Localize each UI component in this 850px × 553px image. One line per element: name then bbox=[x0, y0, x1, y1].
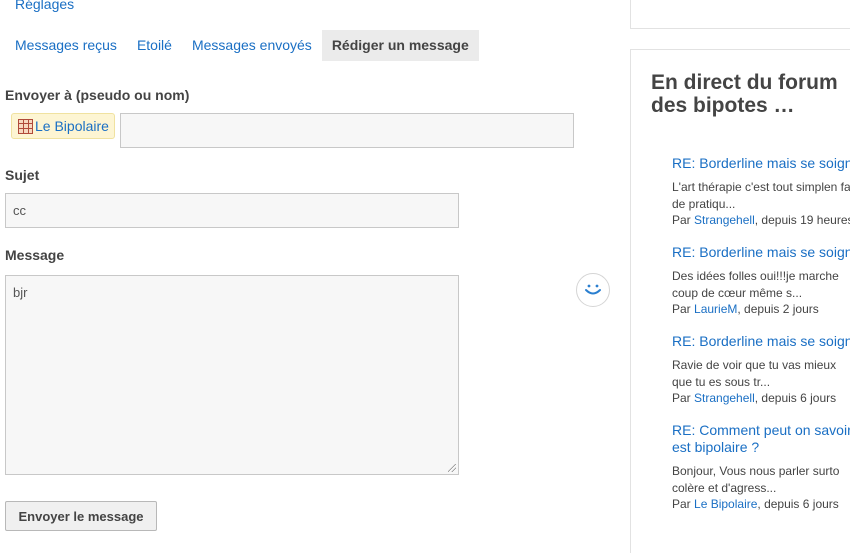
forum-post-item: RE: Borderline mais se soign Des idées f… bbox=[672, 244, 850, 317]
post-author-link[interactable]: Strangehell bbox=[694, 213, 755, 227]
meta-time: , depuis 2 jours bbox=[737, 302, 819, 316]
recipient-chip-label: Le Bipolaire bbox=[35, 118, 109, 134]
smiley-icon bbox=[585, 284, 601, 295]
forum-post-meta: Par Strangehell, depuis 19 heures bbox=[672, 213, 850, 228]
forum-post-meta: Par Strangehell, depuis 6 jours bbox=[672, 391, 850, 406]
post-author-link[interactable]: Le Bipolaire bbox=[694, 497, 757, 511]
forum-post-title[interactable]: RE: Borderline mais se soign bbox=[672, 333, 850, 350]
forum-live-panel: En direct du forum des bipotes … RE: Bor… bbox=[630, 49, 850, 553]
forum-live-title: En direct du forum des bipotes … bbox=[651, 71, 838, 117]
forum-post-meta: Par LaurieM, depuis 2 jours bbox=[672, 302, 850, 317]
tab-starred[interactable]: Etoilé bbox=[127, 30, 182, 61]
resize-handle[interactable] bbox=[448, 464, 456, 472]
forum-post-title[interactable]: RE: Borderline mais se soign bbox=[672, 244, 850, 261]
tab-sent[interactable]: Messages envoyés bbox=[182, 30, 322, 61]
tab-received[interactable]: Messages reçus bbox=[5, 30, 127, 61]
message-text: bjr bbox=[13, 285, 28, 300]
forum-post-title[interactable]: RE: Borderline mais se soign bbox=[672, 155, 850, 172]
forum-post-item: RE: Borderline mais se soign L'art théra… bbox=[672, 155, 850, 228]
meta-by: Par bbox=[672, 391, 691, 405]
send-message-button[interactable]: Envoyer le message bbox=[5, 501, 157, 531]
subject-input[interactable]: cc bbox=[5, 193, 459, 228]
forum-post-item: RE: Comment peut on savoir est bipolaire… bbox=[672, 422, 850, 512]
forum-post-title[interactable]: RE: Comment peut on savoir est bipolaire… bbox=[672, 422, 850, 456]
meta-by: Par bbox=[672, 497, 691, 511]
meta-time: , depuis 6 jours bbox=[757, 497, 839, 511]
meta-time: , depuis 19 heures bbox=[754, 213, 850, 227]
recipient-label: Envoyer à (pseudo ou nom) bbox=[5, 87, 190, 103]
forum-post-excerpt: Bonjour, Vous nous parler surto colère e… bbox=[672, 464, 840, 495]
recipient-chip[interactable]: Le Bipolaire bbox=[11, 113, 115, 139]
message-textarea[interactable]: bjr bbox=[5, 275, 459, 475]
post-author-link[interactable]: Strangehell bbox=[694, 391, 755, 405]
settings-link[interactable]: Réglages bbox=[15, 0, 74, 12]
post-author-link[interactable]: LaurieM bbox=[694, 302, 737, 316]
sidebar-top-box bbox=[630, 0, 850, 29]
message-tabs: Messages reçus Etoilé Messages envoyés R… bbox=[5, 30, 479, 61]
message-label: Message bbox=[5, 247, 65, 263]
emoji-button[interactable] bbox=[576, 273, 610, 307]
forum-post-excerpt: Ravie de voir que tu vas mieux que tu es… bbox=[672, 358, 837, 389]
user-avatar-icon bbox=[18, 118, 33, 134]
forum-post-meta: Par Le Bipolaire, depuis 6 jours bbox=[672, 497, 850, 512]
meta-by: Par bbox=[672, 302, 691, 316]
meta-by: Par bbox=[672, 213, 691, 227]
forum-post-excerpt: L'art thérapie c'est tout simplen fait d… bbox=[672, 180, 850, 211]
tab-compose[interactable]: Rédiger un message bbox=[321, 30, 479, 61]
recipient-input[interactable] bbox=[120, 113, 574, 148]
forum-post-excerpt: Des idées folles oui!!!je marche coup de… bbox=[672, 269, 839, 300]
subject-label: Sujet bbox=[5, 167, 40, 183]
forum-post-item: RE: Borderline mais se soign Ravie de vo… bbox=[672, 333, 850, 406]
meta-time: , depuis 6 jours bbox=[754, 391, 837, 405]
